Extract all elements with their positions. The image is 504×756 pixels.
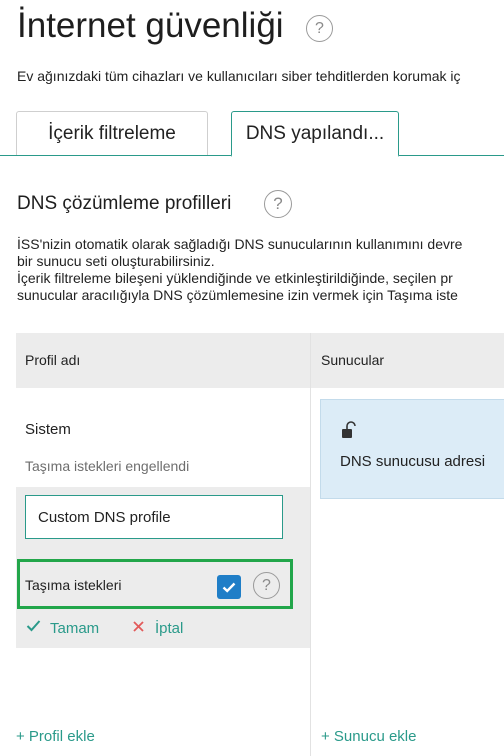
help-icon[interactable]: ?: [264, 190, 292, 218]
add-server-link[interactable]: + Sunucu ekle: [321, 728, 417, 745]
page-title: İnternet güvenliği: [17, 6, 284, 45]
description-line: İçerik filtreleme bileşeni yüklendiğinde…: [17, 270, 453, 286]
section-title: DNS çözümleme profilleri: [17, 193, 232, 214]
table-header: [16, 333, 504, 388]
tab-dns-configuration[interactable]: DNS yapılandı...: [231, 111, 399, 157]
redirect-requests-label: Taşıma istekleri: [25, 577, 122, 593]
checkmark-icon: [222, 582, 236, 593]
ok-button[interactable]: Tamam: [50, 620, 99, 637]
profile-status: Taşıma istekleri engellendi: [25, 458, 190, 474]
cancel-button[interactable]: İptal: [155, 620, 183, 637]
description-line: sunucular aracılığıyla DNS çözümlemesine…: [17, 287, 458, 303]
check-icon: [26, 619, 41, 637]
server-card[interactable]: [320, 399, 504, 499]
help-icon[interactable]: ?: [306, 15, 333, 42]
column-divider: [310, 333, 311, 756]
redirect-requests-checkbox[interactable]: [217, 575, 241, 599]
section-description: İSS'nizin otomatik olarak sağladığı DNS …: [17, 236, 504, 304]
description-line: İSS'nizin otomatik olarak sağladığı DNS …: [17, 236, 463, 252]
unlocked-padlock-icon: [341, 421, 357, 444]
tab-content-filtering[interactable]: İçerik filtreleme: [16, 111, 208, 155]
column-header-profile: Profil adı: [25, 352, 81, 368]
help-icon[interactable]: ?: [253, 572, 280, 599]
description-line: bir sunucu seti oluşturabilirsiniz.: [17, 253, 215, 269]
profile-name-system[interactable]: Sistem: [25, 421, 71, 438]
add-profile-link[interactable]: + Profil ekle: [16, 728, 95, 745]
profile-name-input[interactable]: [25, 495, 283, 539]
column-header-servers: Sunucular: [321, 352, 385, 368]
dns-server-address-label: DNS sunucusu adresi: [340, 453, 486, 470]
close-icon: [132, 620, 145, 638]
page-description: Ev ağınızdaki tüm cihazları ve kullanıcı…: [17, 68, 461, 84]
